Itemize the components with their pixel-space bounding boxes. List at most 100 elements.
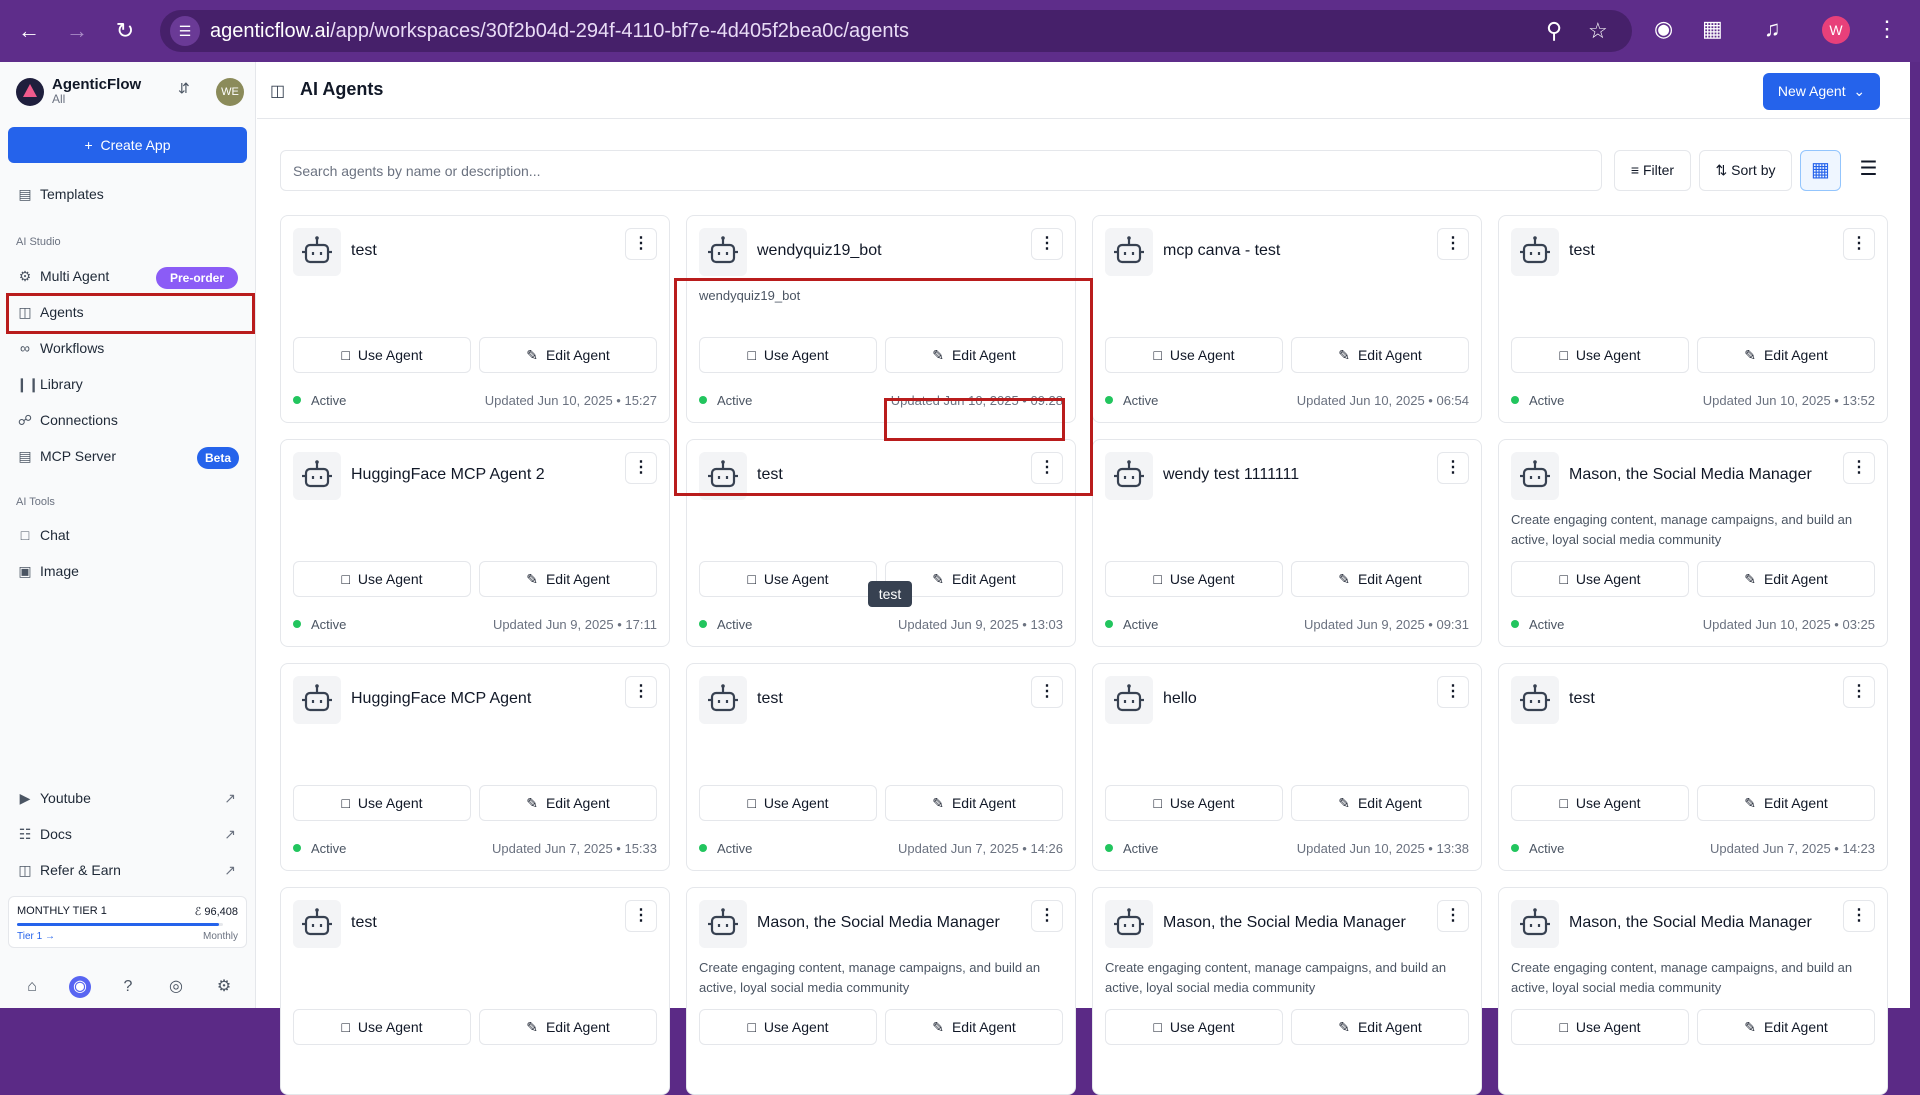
use-agent-button[interactable]: □ Use Agent	[293, 785, 471, 821]
agent-card[interactable]: test ⋮ □ Use Agent ✎ Edit Agent Active Updated …	[686, 663, 1076, 871]
edit-agent-button[interactable]: ✎ Edit Agent	[1697, 337, 1875, 373]
new-agent-button[interactable]: New Agent ⌄	[1763, 73, 1880, 110]
sidebar-item-workflows[interactable]: ∞ Workflows	[8, 331, 248, 365]
sidebar-item-image[interactable]: ▣ Image	[8, 554, 248, 588]
more-options-icon[interactable]: ⋮	[1437, 228, 1469, 260]
sidebar-item-templates[interactable]: ▤ Templates	[8, 177, 248, 211]
edit-agent-button[interactable]: ✎ Edit Agent	[479, 337, 657, 373]
use-agent-button[interactable]: □ Use Agent	[293, 561, 471, 597]
edit-agent-button[interactable]: ✎ Edit Agent	[479, 561, 657, 597]
tier-usage-card[interactable]: MONTHLY TIER 1 ℰ 96,408 Tier 1 → Monthly	[8, 896, 247, 948]
edit-agent-button[interactable]: ✎ Edit Agent	[885, 785, 1063, 821]
more-options-icon[interactable]: ⋮	[1031, 676, 1063, 708]
use-agent-button[interactable]: □ Use Agent	[699, 561, 877, 597]
edit-agent-button[interactable]: ✎ Edit Agent	[479, 1009, 657, 1045]
more-options-icon[interactable]: ⋮	[625, 676, 657, 708]
agent-card[interactable]: test ⋮ □ Use Agent ✎ Edit Agent Active Updated …	[280, 215, 670, 423]
chevron-updown-icon[interactable]: ⇵	[178, 80, 190, 97]
address-bar[interactable]: ☰ agenticflow.ai/app/workspaces/30f2b04d…	[160, 10, 1632, 52]
list-view-icon[interactable]: ☰	[1848, 150, 1889, 191]
use-agent-button[interactable]: □ Use Agent	[1105, 785, 1283, 821]
use-agent-button[interactable]: □ Use Agent	[1511, 561, 1689, 597]
url-text[interactable]: agenticflow.ai/app/workspaces/30f2b04d-2…	[210, 20, 909, 43]
more-options-icon[interactable]: ⋮	[1843, 228, 1875, 260]
use-agent-button[interactable]: □ Use Agent	[1105, 561, 1283, 597]
filter-button[interactable]: ≡ Filter	[1614, 150, 1691, 191]
sidebar-item-multi-agent[interactable]: ⚙ Multi Agent Pre-order	[8, 259, 248, 293]
bookmark-star-icon[interactable]: ☆	[1588, 18, 1608, 44]
create-app-button[interactable]: + Create App	[8, 127, 247, 163]
sidebar-item-chat[interactable]: □ Chat	[8, 518, 248, 552]
support-icon[interactable]: ◎	[165, 976, 187, 998]
use-agent-button[interactable]: □ Use Agent	[293, 1009, 471, 1045]
discord-icon[interactable]: ◉	[69, 976, 91, 998]
screenshot-icon[interactable]: ◉	[1654, 16, 1673, 42]
edit-agent-button[interactable]: ✎ Edit Agent	[479, 785, 657, 821]
edit-agent-button[interactable]: ✎ Edit Agent	[1697, 785, 1875, 821]
browser-profile-avatar[interactable]: W	[1822, 16, 1850, 44]
extensions-icon[interactable]: ▦	[1702, 16, 1723, 42]
agent-card[interactable]: Mason, the Social Media Manager ⋮ Create e…	[686, 887, 1076, 1095]
agent-card[interactable]: HuggingFace MCP Agent ⋮ □ Use Agent ✎ Edit Ag…	[280, 663, 670, 871]
use-agent-button[interactable]: □ Use Agent	[699, 1009, 877, 1045]
sidebar-item-connections[interactable]: ☍ Connections	[8, 403, 248, 437]
search-input[interactable]: Search agents by name or description...	[280, 150, 1602, 191]
more-options-icon[interactable]: ⋮	[1437, 452, 1469, 484]
more-options-icon[interactable]: ⋮	[625, 228, 657, 260]
agent-card[interactable]: test ⋮ □ Use Agent ✎ Edit Agent Active Updated …	[1498, 663, 1888, 871]
agent-card[interactable]: HuggingFace MCP Agent 2 ⋮ □ Use Agent ✎ Edit …	[280, 439, 670, 647]
settings-gear-icon[interactable]: ⚙	[213, 976, 235, 998]
more-options-icon[interactable]: ⋮	[1437, 676, 1469, 708]
edit-agent-button[interactable]: ✎ Edit Agent	[1291, 337, 1469, 373]
more-options-icon[interactable]: ⋮	[1843, 452, 1875, 484]
reload-icon[interactable]: ↻	[108, 14, 142, 48]
back-icon[interactable]: ←	[12, 14, 46, 48]
edit-agent-button[interactable]: ✎ Edit Agent	[1291, 785, 1469, 821]
more-options-icon[interactable]: ⋮	[1031, 228, 1063, 260]
more-options-icon[interactable]: ⋮	[1843, 900, 1875, 932]
use-agent-button[interactable]: □ Use Agent	[1511, 337, 1689, 373]
agent-card[interactable]: test ⋮ □ Use Agent ✎ Edit Agent Active Updated …	[1498, 215, 1888, 423]
more-options-icon[interactable]: ⋮	[1843, 676, 1875, 708]
sidebar-item-docs[interactable]: ☷ Docs ↗	[8, 817, 248, 851]
avatar[interactable]: WE	[216, 78, 244, 106]
edit-agent-button[interactable]: ✎ Edit Agent	[1291, 1009, 1469, 1045]
sidebar-item-refer[interactable]: ◫ Refer & Earn ↗	[8, 853, 248, 887]
agent-card[interactable]: Mason, the Social Media Manager ⋮ Create e…	[1092, 887, 1482, 1095]
edit-agent-button[interactable]: ✎ Edit Agent	[1291, 561, 1469, 597]
media-control-icon[interactable]: ♫	[1764, 16, 1781, 42]
more-options-icon[interactable]: ⋮	[625, 452, 657, 484]
edit-agent-button[interactable]: ✎ Edit Agent	[1697, 1009, 1875, 1045]
use-agent-button[interactable]: □ Use Agent	[699, 785, 877, 821]
sidebar-item-mcp-server[interactable]: ▤ MCP Server Beta	[8, 439, 248, 473]
agent-card[interactable]: test ⋮ □ Use Agent ✎ Edit Agent	[280, 887, 670, 1095]
site-settings-icon[interactable]: ☰	[170, 16, 200, 46]
sidebar-item-youtube[interactable]: ▶ Youtube ↗	[8, 781, 248, 815]
use-agent-button[interactable]: □ Use Agent	[1511, 785, 1689, 821]
more-options-icon[interactable]: ⋮	[1031, 900, 1063, 932]
sort-button[interactable]: ⇅ Sort by	[1699, 150, 1792, 191]
home-icon[interactable]: ⌂	[21, 976, 43, 998]
agent-card[interactable]: mcp canva - test ⋮ □ Use Agent ✎ Edit Agent Ac…	[1092, 215, 1482, 423]
use-agent-button[interactable]: □ Use Agent	[293, 337, 471, 373]
help-icon[interactable]: ?	[117, 976, 139, 998]
agent-card[interactable]: Mason, the Social Media Manager ⋮ Create e…	[1498, 439, 1888, 647]
use-agent-button[interactable]: □ Use Agent	[1105, 1009, 1283, 1045]
more-options-icon[interactable]: ⋮	[1437, 900, 1469, 932]
edit-agent-button[interactable]: ✎ Edit Agent	[1697, 561, 1875, 597]
zoom-icon[interactable]: ⚲	[1546, 18, 1562, 44]
forward-icon[interactable]: →	[60, 14, 94, 48]
use-agent-button[interactable]: □ Use Agent	[1105, 337, 1283, 373]
agent-card[interactable]: hello ⋮ □ Use Agent ✎ Edit Agent Active Updated…	[1092, 663, 1482, 871]
browser-menu-icon[interactable]: ⋮	[1876, 16, 1898, 42]
sidebar-item-library[interactable]: ❙❙ Library	[8, 367, 248, 401]
grid-view-icon[interactable]: ▦	[1800, 150, 1841, 191]
sidebar-toggle-icon[interactable]: ◫	[270, 81, 285, 101]
more-options-icon[interactable]: ⋮	[625, 900, 657, 932]
workspace-name[interactable]: AgenticFlow	[52, 76, 141, 93]
tier-link[interactable]: Tier 1 →	[17, 931, 55, 942]
agent-card[interactable]: Mason, the Social Media Manager ⋮ Create e…	[1498, 887, 1888, 1095]
agent-card[interactable]: wendy test 1111111 ⋮ □ Use Agent ✎ Edit Agent…	[1092, 439, 1482, 647]
use-agent-button[interactable]: □ Use Agent	[1511, 1009, 1689, 1045]
edit-agent-button[interactable]: ✎ Edit Agent	[885, 1009, 1063, 1045]
